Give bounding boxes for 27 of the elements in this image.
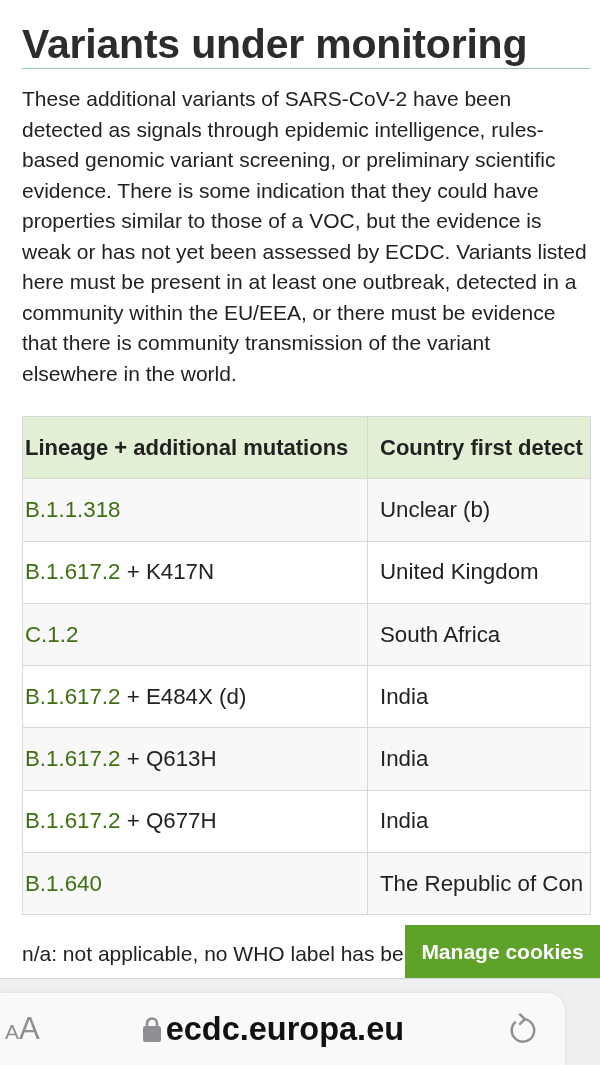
- footnote-text: n/a: not applicable, no WHO label has be: [22, 941, 404, 968]
- column-header: Country first detect: [367, 416, 591, 479]
- page-heading: Variants under monitoring: [22, 20, 590, 69]
- lock-icon: [142, 1016, 161, 1042]
- lineage-link[interactable]: B.1.617.2: [25, 683, 121, 709]
- table-cell: India: [367, 665, 591, 728]
- lineage-link[interactable]: C.1.2: [25, 621, 79, 647]
- lineage-link[interactable]: B.1.617.2: [25, 808, 121, 834]
- table-cell: South Africa: [367, 603, 591, 666]
- lineage-link[interactable]: B.1.617.2: [25, 746, 121, 772]
- table-cell: India: [367, 790, 591, 853]
- table-cell: The Republic of Con: [367, 852, 591, 915]
- lineage-link[interactable]: B.1.1.318: [25, 496, 121, 522]
- lineage-link[interactable]: B.1.640: [25, 870, 102, 896]
- lineage-text: B.1.617.2 + K417N: [25, 559, 215, 585]
- intro-paragraph: These additional variants of SARS-CoV-2 have been detected as signals through epidemic intelligence, rules-based genomic variant screening, or preliminary scientific evidence. There is some indication that they could have properties similar to those of a VOC, but the evidence is weak or has not yet been assessed by ECDC. Variants listed here must be present in at least one outbreak, detected in a community within the EU/EEA, or there must be evidence that there is community transmission of the variant elsewhere in the world.: [22, 86, 588, 387]
- manage-cookies-button[interactable]: Manage cookies: [405, 925, 600, 978]
- url-text[interactable]: ecdc.europa.eu: [165, 1010, 405, 1048]
- table-cell: United Kingdom: [367, 541, 591, 604]
- column-header: Lineage + additional mutations: [22, 416, 368, 479]
- table-cell: India: [367, 728, 591, 791]
- lineage-text: B.1.617.2 + Q613H: [25, 746, 217, 772]
- lineage-text: B.1.617.2 + Q677H: [25, 808, 217, 834]
- text-size-button[interactable]: AA: [5, 1011, 40, 1047]
- table-cell: Unclear (b): [367, 478, 591, 542]
- lineage-text: B.1.617.2 + E484X (d): [25, 683, 247, 709]
- lineage-link[interactable]: B.1.617.2: [25, 559, 121, 585]
